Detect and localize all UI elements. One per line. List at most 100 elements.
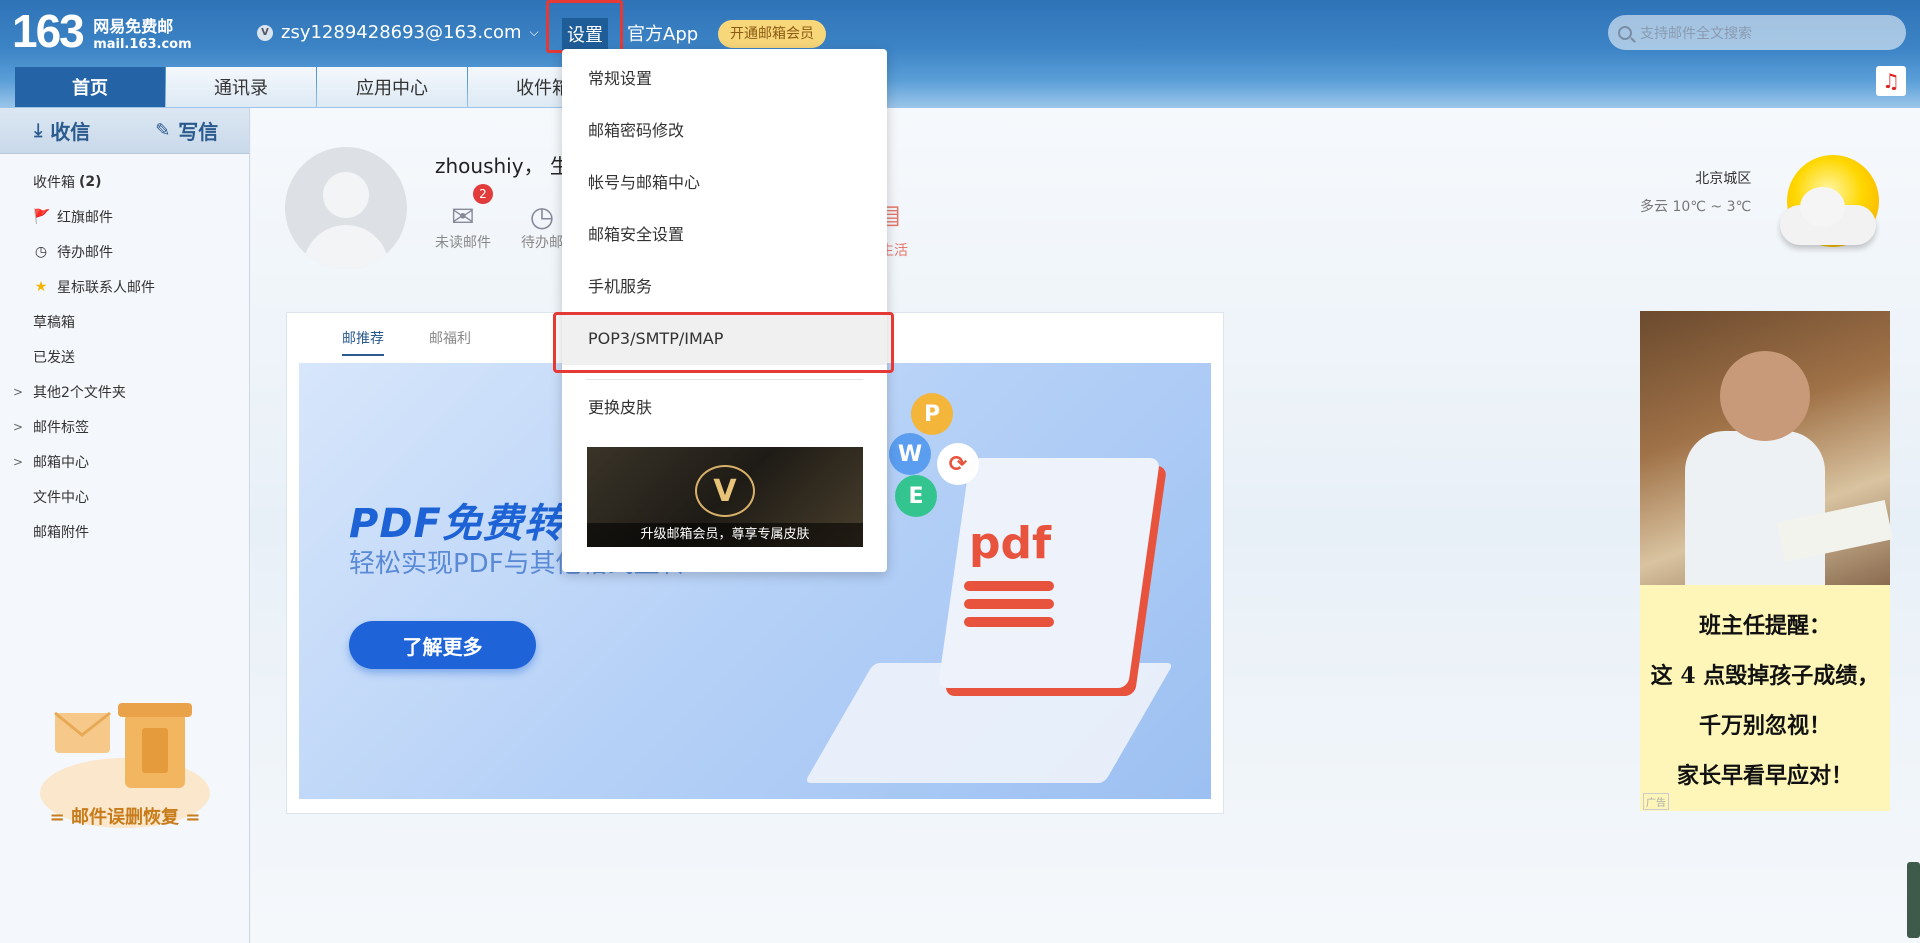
receive-label: 收信 [50, 120, 91, 144]
folder-count: (2) [79, 173, 102, 190]
chevron-right-icon[interactable]: > [13, 455, 23, 469]
unread-mail-stat[interactable]: ✉ 2 未读邮件 [435, 184, 493, 252]
pdf-lines-graphic [964, 581, 1054, 591]
vip-level-icon: V [257, 24, 273, 41]
sidebar-folder[interactable]: > 邮件标签 [0, 409, 249, 444]
write-label: 写信 [178, 120, 219, 144]
menu-account-center[interactable]: 帐号与邮箱中心 [562, 157, 887, 209]
skin-caption: 升级邮箱会员，尊享专属皮肤 [587, 523, 863, 547]
folder-icon: 🚩 [33, 208, 51, 225]
vip-v-icon: V [695, 465, 755, 517]
music-icon[interactable]: ♫ [1876, 66, 1906, 96]
top-bar: 163 网易免费邮 mail.163.com V zsy1289428693@1… [0, 0, 1920, 108]
pop3-highlight-box [553, 312, 894, 373]
folder-label: 星标联系人邮件 [57, 279, 155, 296]
folder-label: 文件中心 [33, 489, 89, 506]
chevron-right-icon[interactable]: > [13, 385, 23, 399]
mail-recovery-promo[interactable]: = 邮件误删恢复 = [30, 803, 220, 829]
sidebar-folder[interactable]: ★ 星标联系人邮件 [0, 269, 249, 304]
folder-label: 其他2个文件夹 [33, 384, 126, 401]
greeting: zhoushiy， 生 [435, 154, 570, 178]
folder-label: 邮箱中心 [33, 454, 89, 471]
search-icon [1618, 25, 1632, 40]
account-email: zsy1289428693@163.com [281, 22, 522, 43]
sidebar-folder[interactable]: 收件箱 (2) [0, 164, 249, 199]
main-tabs: 首页 通讯录 应用中心 收件箱 [15, 67, 619, 107]
pdf-label: pdf [969, 518, 1052, 569]
sidebar-folder[interactable]: 邮箱附件 [0, 514, 249, 549]
p-circle-icon: P [911, 393, 953, 435]
folder-icon: ★ [34, 278, 48, 295]
unread-label: 未读邮件 [435, 235, 491, 251]
pdf-document-graphic [937, 458, 1161, 688]
unread-badge: 2 [473, 184, 493, 204]
folder-label: 收件箱 [33, 174, 75, 191]
folder-icon: ◷ [34, 243, 48, 260]
sidebar-folder[interactable]: > 其他2个文件夹 [0, 374, 249, 409]
menu-general-settings[interactable]: 常规设置 [562, 53, 887, 105]
skin-upgrade-banner[interactable]: V 升级邮箱会员，尊享专属皮肤 [587, 447, 863, 547]
tab-home[interactable]: 首页 [15, 67, 165, 107]
ad-banner[interactable]: 班主任提醒： 这 4 点毁掉孩子成绩， 千万别忽视！ 家长早看早应对！ [1640, 311, 1893, 811]
weather-city: 北京城区 [1695, 171, 1752, 187]
tab-welfare[interactable]: 邮福利 [429, 328, 471, 356]
menu-divider [586, 379, 863, 380]
tab-recommend[interactable]: 邮推荐 [342, 328, 384, 356]
banner-title: PDF免费转 [349, 501, 565, 547]
account-menu[interactable]: V zsy1289428693@163.com ⌵ [257, 22, 539, 43]
e-circle-icon: E [895, 475, 937, 517]
folder-label: 邮件标签 [33, 419, 89, 436]
sidebar-folder[interactable]: 草稿箱 [0, 304, 249, 339]
ad-line-1: 班主任提醒： [1698, 613, 1831, 639]
sidebar-folder[interactable]: 文件中心 [0, 479, 249, 514]
w-circle-icon: W [889, 433, 931, 475]
folder-label: 草稿箱 [33, 314, 75, 331]
menu-security-settings[interactable]: 邮箱安全设置 [562, 209, 887, 261]
ad-photo [1640, 311, 1893, 585]
ad-tag: 广告 [1643, 793, 1669, 810]
sidebar-folder[interactable]: > 邮箱中心 [0, 444, 249, 479]
mail-icon: ✉ [451, 200, 475, 233]
settings-dropdown: 常规设置 邮箱密码修改 帐号与邮箱中心 邮箱安全设置 手机服务 POP3/SMT… [562, 49, 887, 572]
sidebar-folder[interactable]: 🚩 红旗邮件 [0, 199, 249, 234]
weather-widget[interactable]: 北京城区 多云 10℃ ~ 3℃ [1640, 168, 1751, 216]
search-input[interactable]: 支持邮件全文搜索 [1608, 15, 1906, 50]
cloud-icon [1780, 187, 1876, 245]
chevron-down-icon: ⌵ [529, 25, 539, 39]
todo-mail-stat[interactable]: ◷ 待办邮 [521, 200, 563, 252]
download-icon: ⤓ [34, 120, 43, 141]
weather-temp: 多云 10℃ ~ 3℃ [1640, 199, 1752, 215]
menu-mobile-service[interactable]: 手机服务 [562, 261, 887, 313]
settings-highlight-box [546, 0, 623, 53]
vip-upgrade-button[interactable]: 开通邮箱会员 [718, 20, 826, 48]
edit-icon: ✎ [155, 120, 171, 141]
chevron-right-icon[interactable]: > [13, 420, 23, 434]
logo[interactable]: 163 网易免费邮 mail.163.com [12, 6, 192, 56]
folder-label: 红旗邮件 [57, 209, 113, 226]
search-placeholder: 支持邮件全文搜索 [1640, 25, 1752, 42]
todo-label: 待办邮 [521, 235, 563, 251]
folder-label: 已发送 [33, 349, 75, 366]
logo-number: 163 [12, 5, 85, 57]
official-app-link[interactable]: 官方App [627, 20, 698, 46]
menu-password-change[interactable]: 邮箱密码修改 [562, 105, 887, 157]
refresh-circle-icon: ⟳ [937, 443, 979, 485]
menu-change-skin[interactable]: 更换皮肤 [562, 382, 887, 434]
ad-line-3: 千万别忽视！ [1698, 713, 1831, 739]
scrollbar-thumb[interactable] [1907, 862, 1920, 938]
receive-button[interactable]: ⤓ 收信 [0, 108, 125, 153]
write-button[interactable]: ✎ 写信 [125, 108, 250, 153]
logo-title: 网易免费邮 [93, 17, 174, 36]
sidebar: ⤓ 收信 ✎ 写信 收件箱 (2) 🚩 红旗邮件 ◷ 待办邮件 ★ 星标联系人邮件草稿箱已发送… [0, 108, 250, 943]
folder-label: 邮箱附件 [33, 524, 89, 541]
clock-icon: ◷ [529, 200, 555, 233]
tab-contacts[interactable]: 通讯录 [166, 67, 316, 107]
sidebar-folder[interactable]: ◷ 待办邮件 [0, 234, 249, 269]
folder-label: 待办邮件 [57, 244, 113, 261]
tab-apps[interactable]: 应用中心 [317, 67, 467, 107]
learn-more-button[interactable]: 了解更多 [349, 621, 536, 669]
logo-domain: mail.163.com [93, 37, 192, 52]
sidebar-folder[interactable]: 已发送 [0, 339, 249, 374]
avatar[interactable] [285, 147, 407, 269]
ad-line-2: 这 4 点毁掉孩子成绩， [1650, 663, 1880, 689]
